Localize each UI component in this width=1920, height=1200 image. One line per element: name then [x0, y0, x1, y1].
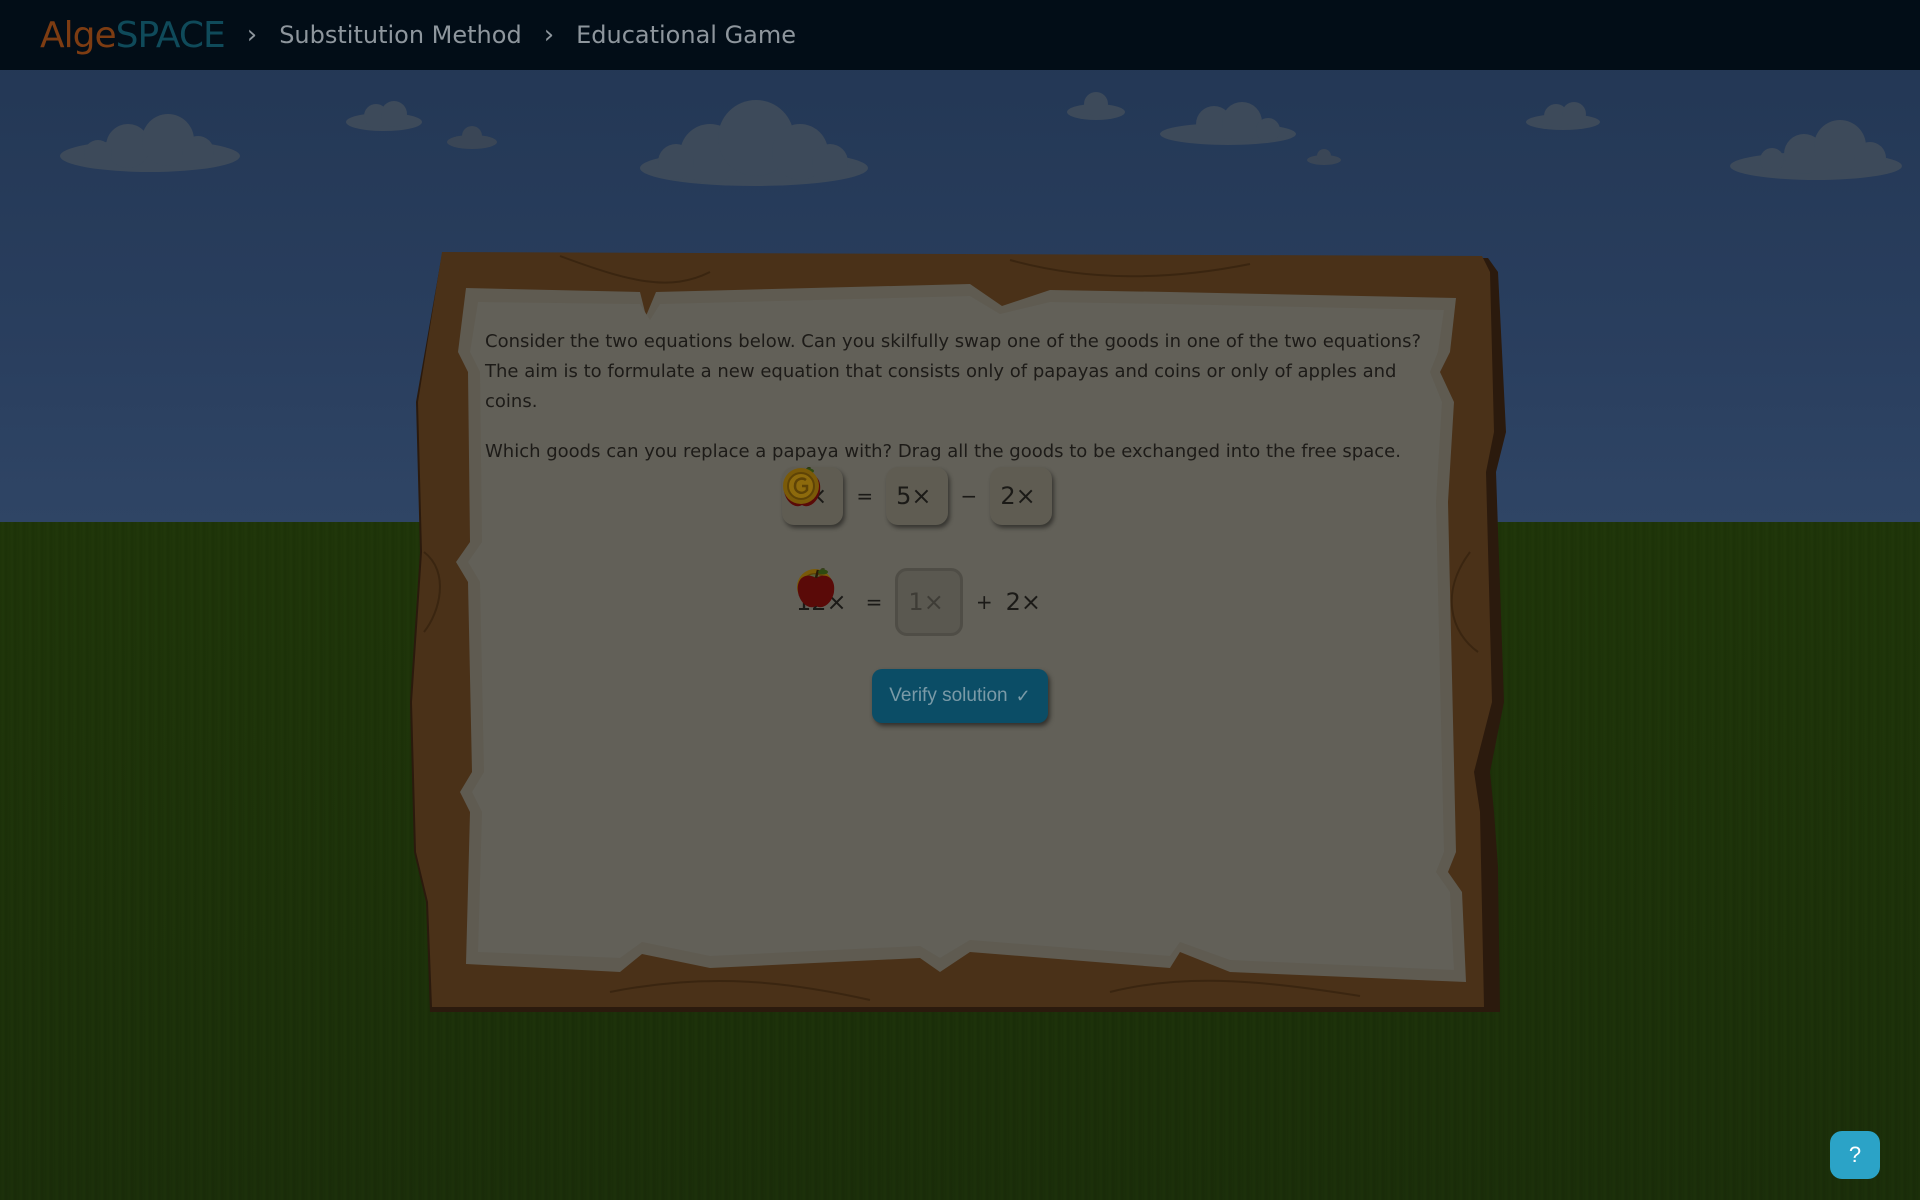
equals-sign: =: [856, 484, 874, 508]
cloud-icon: [640, 100, 868, 186]
apple-icon: [797, 569, 835, 608]
equals-sign: =: [865, 590, 883, 614]
cloud-icon: [1067, 92, 1125, 120]
coin-icon: [783, 468, 819, 504]
chevron-right-icon: ›: [543, 20, 555, 50]
equation-2-term-apple[interactable]: 2×: [797, 569, 1047, 616]
equation-1-term-apple[interactable]: 5×: [783, 467, 948, 525]
instruction-line-1: Consider the two equations below. Can yo…: [485, 331, 1422, 352]
checkmark-icon: ✓: [1015, 685, 1031, 706]
cloud-icon: [447, 126, 497, 149]
chevron-right-icon: ›: [246, 20, 258, 50]
cloud-icon: [346, 101, 422, 131]
minus-sign: −: [960, 484, 978, 508]
equation-1: 1× = 5× − 2×: [782, 467, 1052, 525]
cloud-icon: [1526, 102, 1600, 130]
cloud-icon: [1730, 120, 1902, 180]
instruction-line-2: The aim is to formulate a new equation t…: [485, 361, 1397, 412]
game-board: Consider the two equations below. Can yo…: [410, 252, 1510, 1012]
cloud-icon: [1160, 102, 1296, 145]
board-content: Consider the two equations below. Can yo…: [485, 327, 1445, 487]
drop-zone[interactable]: 1×: [799, 568, 963, 636]
breadcrumb-item-substitution-method[interactable]: Substitution Method: [279, 21, 522, 49]
top-bar: Alge SPACE › Substitution Method › Educat…: [0, 0, 1920, 70]
instruction-question: Which goods can you replace a papaya wit…: [485, 441, 1401, 462]
instructions: Consider the two equations below. Can yo…: [485, 327, 1445, 467]
app-logo[interactable]: Alge SPACE: [40, 15, 226, 56]
cloud-icon: [60, 114, 240, 172]
plus-sign: +: [975, 590, 993, 614]
equation-1-term-coin[interactable]: 2×: [783, 467, 1052, 525]
verify-solution-button[interactable]: Verify solution ✓: [872, 669, 1048, 723]
equation-2: 12× = 1× + 2×: [796, 568, 1047, 636]
cloud-icon: [1307, 149, 1341, 165]
help-button[interactable]: ?: [1830, 1131, 1880, 1179]
breadcrumb-item-educational-game: Educational Game: [576, 21, 797, 49]
